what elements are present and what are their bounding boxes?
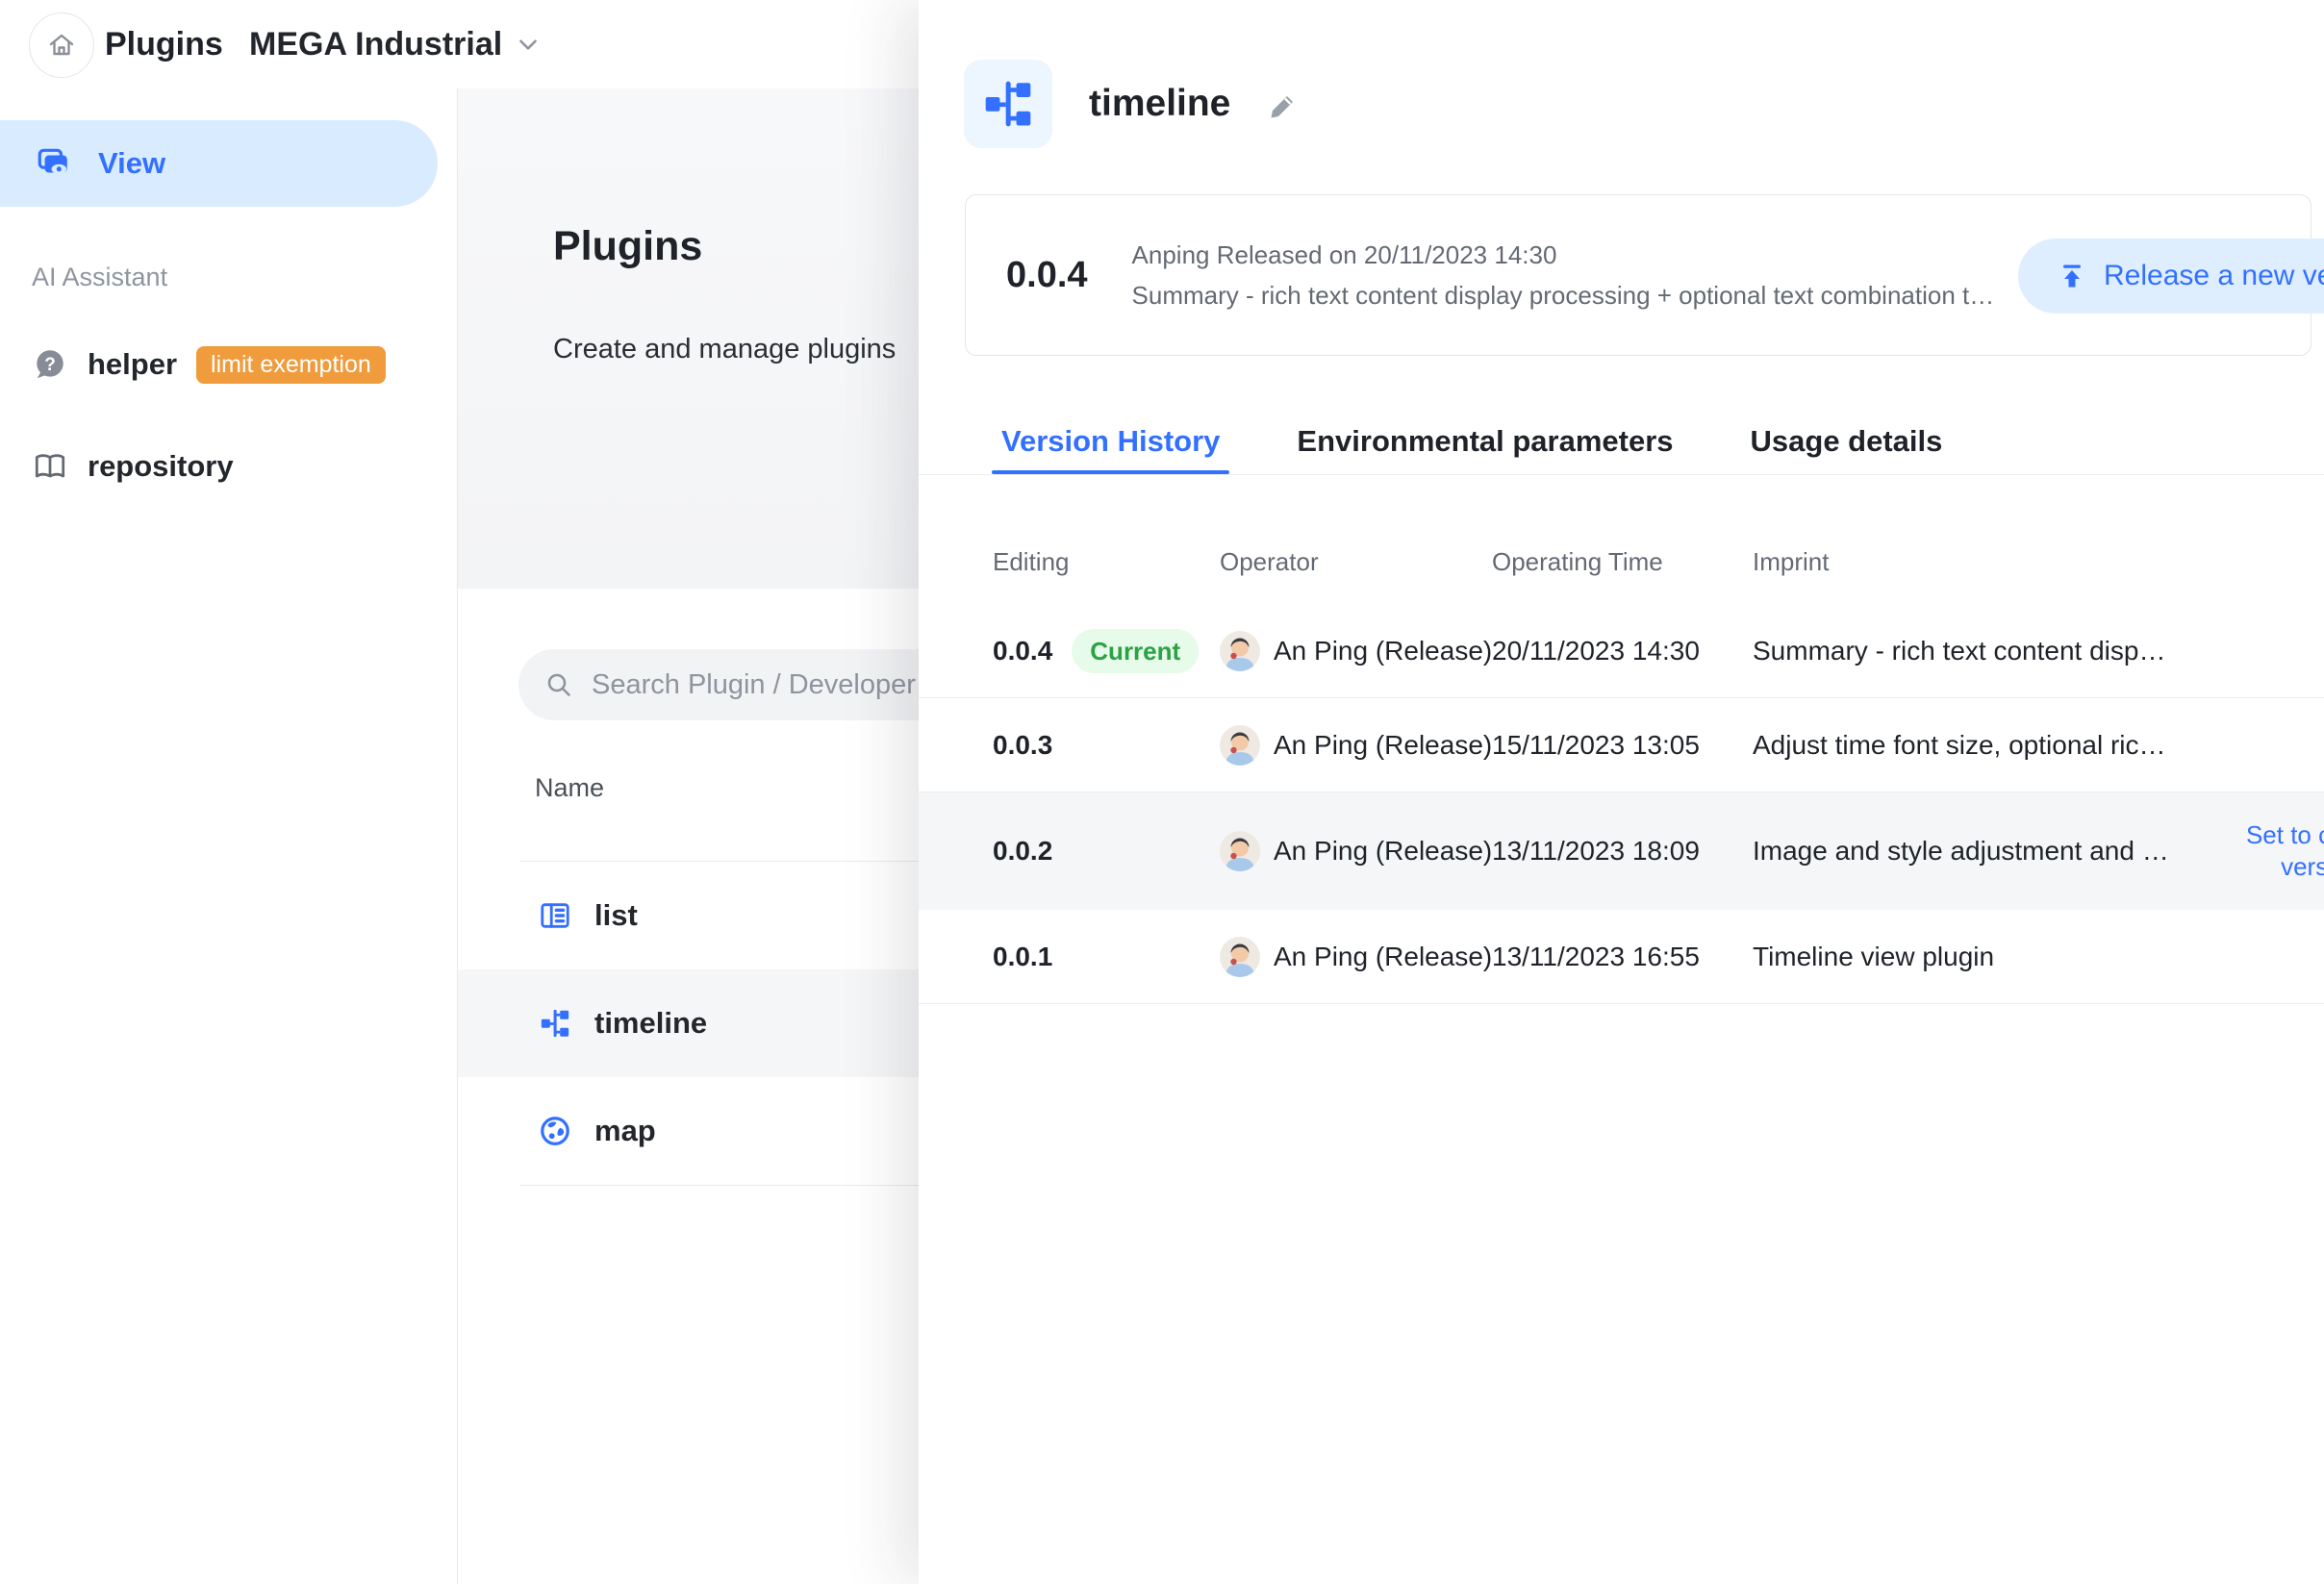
table-row[interactable]: 0.0.4 Current: [919, 604, 2324, 698]
chevron-down-icon: [516, 32, 541, 57]
plugin-name: map: [594, 1114, 656, 1148]
release-button-label: Release a new version: [2104, 260, 2324, 292]
avatar: [1220, 937, 1260, 977]
version-number: 0.0.4: [1006, 255, 1088, 296]
sidebar-item-label: repository: [88, 449, 234, 484]
workspace-selector[interactable]: MEGA Industrial: [249, 26, 541, 63]
sidebar-items: ? helper limit exemption: [0, 337, 457, 541]
drawer-title: timeline: [1089, 83, 1230, 125]
operating-time: 13/11/2023 16:55: [1492, 942, 1753, 972]
home-icon: [46, 30, 77, 61]
drawer-tabs: Version History Environmental parameters…: [919, 412, 2324, 475]
view-icon: [35, 145, 71, 182]
svg-text:?: ?: [44, 355, 56, 375]
table-row[interactable]: 0.0.3 An Pin: [919, 698, 2324, 792]
row-version: 0.0.1: [993, 942, 1052, 972]
search-icon: [543, 669, 574, 700]
imprint-text: Adjust time font size, optional ric…: [1753, 730, 2174, 761]
drawer-header: timeline: [964, 60, 1298, 148]
plugins-heading: Plugins: [553, 223, 702, 270]
plugin-detail-drawer: timeline 0.0.4 Anping Released on 20/11/…: [919, 0, 2324, 1584]
operating-time: 13/11/2023 18:09: [1492, 836, 1753, 867]
workspace-name: MEGA Industrial: [249, 26, 502, 63]
globe-icon: [539, 1115, 571, 1147]
imprint-text: Summary - rich text content disp…: [1753, 636, 2174, 666]
version-history-table: Editing Operator Operating Time Imprint …: [919, 519, 2324, 1004]
row-version: 0.0.4: [993, 636, 1052, 666]
edit-title-button[interactable]: [1267, 91, 1298, 122]
sidebar-item[interactable]: repository: [0, 439, 457, 494]
table-column-header: Editing: [993, 547, 1220, 577]
upload-icon: [2057, 261, 2087, 291]
help-icon: ?: [32, 346, 68, 383]
avatar: [1220, 725, 1260, 766]
limit-exemption-badge: limit exemption: [196, 346, 386, 384]
app-window: Plugins MEGA Industrial View AI Assistan…: [0, 0, 2324, 1584]
row-version: 0.0.2: [993, 836, 1052, 867]
timeline-plugin-icon: [539, 1007, 571, 1040]
table-column-header: Operating Time: [1492, 547, 1753, 577]
plugin-name: list: [594, 898, 638, 933]
sidebar: View AI Assistant ? helper limit exempti…: [0, 88, 458, 1584]
tab[interactable]: Version History: [1001, 412, 1220, 474]
table-column-header: Operator: [1220, 547, 1492, 577]
sidebar-item-label: helper: [88, 347, 177, 382]
sidebar-item-label: View: [98, 146, 165, 181]
plugin-name: timeline: [594, 1006, 707, 1041]
sidebar-section-label: AI Assistant: [32, 263, 167, 292]
table-row[interactable]: 0.0.1 An Pin: [919, 910, 2324, 1004]
list-plugin-icon: [539, 899, 571, 932]
row-version: 0.0.3: [993, 730, 1052, 761]
current-badge: Current: [1072, 629, 1199, 673]
plugins-subtitle: Create and manage plugins: [553, 334, 896, 365]
book-icon: [32, 448, 68, 485]
tab[interactable]: Usage details: [1751, 412, 1943, 474]
column-header-name: Name: [535, 773, 604, 803]
operating-time: 15/11/2023 13:05: [1492, 730, 1753, 761]
release-summary: Summary - rich text content display proc…: [1132, 281, 1995, 311]
set-current-version-link[interactable]: Set to current version: [2230, 819, 2324, 883]
sidebar-item[interactable]: ? helper limit exemption: [0, 337, 457, 392]
tab[interactable]: Environmental parameters: [1297, 412, 1673, 474]
table-column-header: Imprint: [1753, 547, 2174, 577]
table-row[interactable]: 0.0.2 An Pin: [919, 792, 2324, 910]
operator-name: An Ping (Release): [1274, 836, 1492, 867]
plugin-icon-tile: [964, 60, 1052, 148]
page-title: Plugins: [105, 26, 223, 63]
avatar: [1220, 631, 1260, 671]
home-button[interactable]: [29, 13, 94, 78]
operating-time: 20/11/2023 14:30: [1492, 636, 1753, 666]
release-new-version-button[interactable]: Release a new version: [2018, 239, 2324, 314]
sidebar-item-view[interactable]: View: [0, 120, 438, 207]
table-header-row: Editing Operator Operating Time Imprint: [919, 519, 2324, 604]
operator-name: An Ping (Release): [1274, 730, 1492, 761]
timeline-icon: [981, 77, 1035, 131]
imprint-text: Timeline view plugin: [1753, 942, 2174, 972]
avatar: [1220, 831, 1260, 871]
release-info: Anping Released on 20/11/2023 14:30: [1132, 240, 1995, 270]
imprint-text: Image and style adjustment and …: [1753, 836, 2174, 867]
operator-name: An Ping (Release): [1274, 942, 1492, 972]
operator-name: An Ping (Release): [1274, 636, 1492, 666]
